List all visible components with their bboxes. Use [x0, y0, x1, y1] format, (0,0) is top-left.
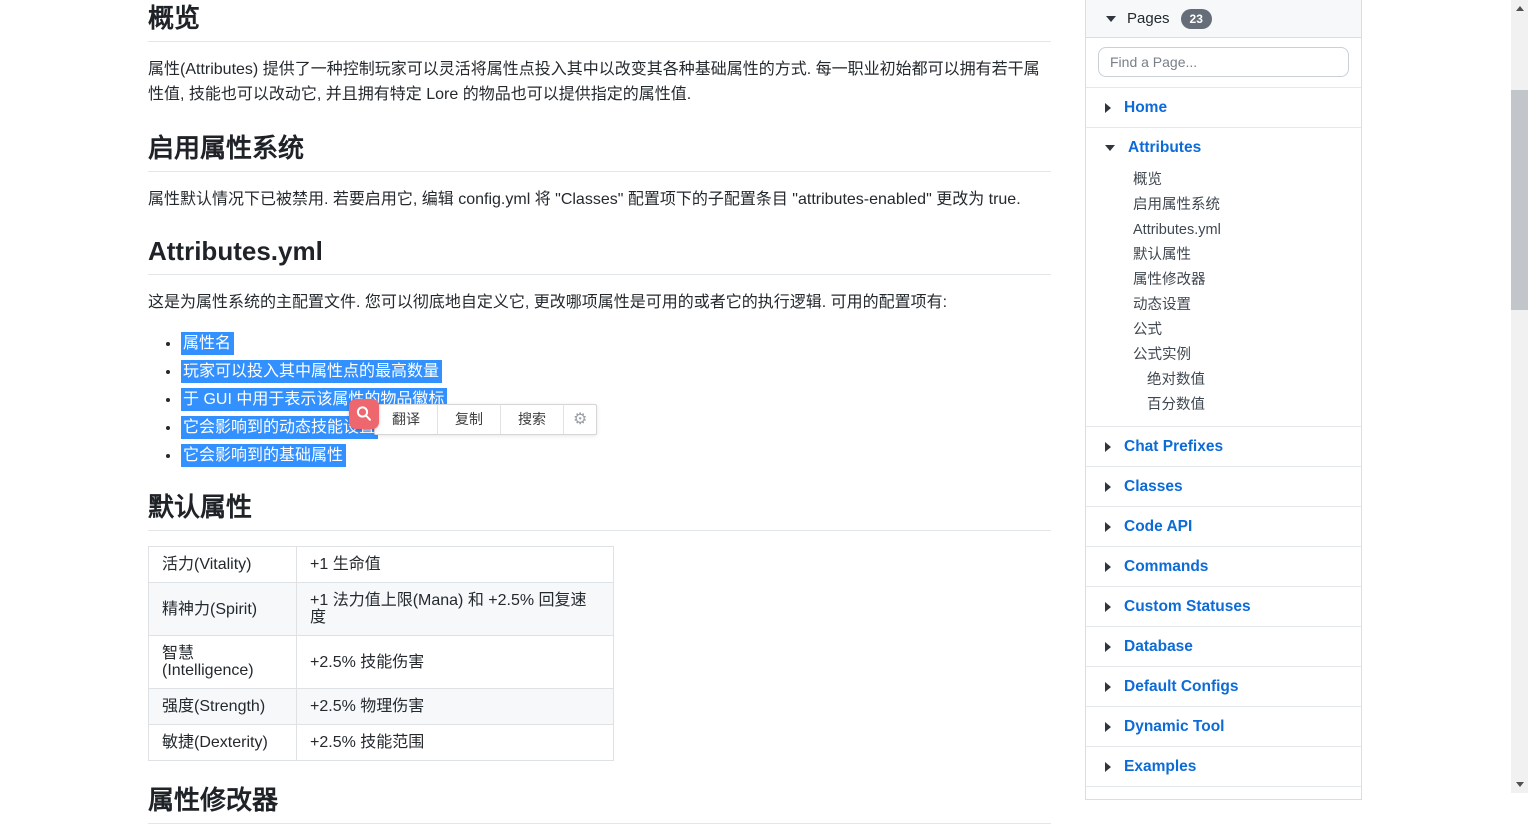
table-row: 智慧(Intelligence) +2.5% 技能伤害 — [148, 635, 614, 689]
sidebar-item-label: Database — [1124, 637, 1193, 655]
table-row: 活力(Vitality) +1 生命值 — [148, 546, 614, 583]
sidebar-subitem-absolute-value[interactable]: 绝对数值 — [1086, 368, 1361, 393]
copy-button[interactable]: 复制 — [438, 405, 501, 434]
table-row: 精神力(Spirit) +1 法力值上限(Mana) 和 +2.5% 回复速度 — [148, 582, 614, 636]
pages-header[interactable]: Pages 23 — [1086, 0, 1361, 38]
sidebar-item-examples[interactable]: Examples — [1086, 747, 1361, 787]
attribute-name-cell: 活力(Vitality) — [148, 546, 297, 583]
chevron-right-icon — [1105, 641, 1111, 652]
attributes-yml-paragraph: 这是为属性系统的主配置文件. 您可以彻底地自定义它, 更改哪项属性是可用的或者它… — [148, 294, 948, 311]
sidebar-item-dynamic-tool[interactable]: Dynamic Tool — [1086, 707, 1361, 747]
scrollbar-up-button[interactable] — [1511, 0, 1528, 17]
sidebar-subitem-formula[interactable]: 公式 — [1086, 318, 1361, 343]
sidebar-item-default-configs[interactable]: Default Configs — [1086, 667, 1361, 707]
sidebar-item-label: Examples — [1124, 757, 1197, 775]
list-item: 它会影响到的基础属性 — [181, 442, 1051, 470]
search-button[interactable]: 搜索 — [501, 405, 564, 434]
sidebar-item-classes[interactable]: Classes — [1086, 467, 1361, 507]
pages-sidebar: Pages 23 Home Attributes 概览 启用属性系统 Attri… — [1085, 0, 1362, 800]
chevron-down-icon — [1105, 145, 1115, 151]
sidebar-subitem-enable-attributes[interactable]: 启用属性系统 — [1086, 193, 1361, 218]
selection-popup-toolbar: 翻译 复制 搜索 ⚙ — [374, 404, 598, 435]
article-content: 概览 属性(Attributes) 提供了一种控制玩家可以灵活将属性点投入其中以… — [148, 0, 1051, 824]
section-heading-attribute-modifiers: 属性修改器 — [148, 785, 1051, 824]
pages-title: Pages — [1127, 10, 1170, 27]
attribute-name-cell: 敏捷(Dexterity) — [148, 724, 297, 761]
sidebar-item-chat-prefixes[interactable]: Chat Prefixes — [1086, 427, 1361, 467]
triangle-down-icon — [1515, 782, 1524, 787]
magnifier-icon — [356, 406, 371, 421]
sidebar-item-label: Dynamic Tool — [1124, 717, 1225, 735]
sidebar-item-label: Commands — [1124, 557, 1209, 575]
sidebar-item-label: Attributes — [1128, 139, 1202, 156]
attribute-effect-cell: +1 生命值 — [296, 546, 614, 583]
list-item: 于 GUI 中用于表示该属性的物品徽标 — [181, 386, 1051, 414]
sidebar-item-custom-statuses[interactable]: Custom Statuses — [1086, 587, 1361, 627]
find-page-input[interactable] — [1098, 47, 1349, 77]
sidebar-item-label: Classes — [1124, 477, 1183, 495]
sidebar-item-label: Home — [1124, 98, 1168, 116]
chevron-right-icon — [1105, 441, 1111, 452]
overview-paragraph: 属性(Attributes) 提供了一种控制玩家可以灵活将属性点投入其中以改变其… — [148, 61, 1040, 103]
scrollbar-thumb[interactable] — [1511, 90, 1528, 310]
chevron-right-icon — [1105, 102, 1111, 113]
sidebar-section-attributes: Attributes 概览 启用属性系统 Attributes.yml 默认属性… — [1086, 128, 1361, 427]
search-magnifier-button[interactable] — [349, 399, 379, 429]
sidebar-subitem-dynamic-settings[interactable]: 动态设置 — [1086, 293, 1361, 318]
pages-count-badge: 23 — [1180, 8, 1212, 29]
sidebar-item-database[interactable]: Database — [1086, 627, 1361, 667]
sidebar-item-attributes[interactable]: Attributes — [1086, 128, 1361, 168]
sidebar-subitem-default-attributes[interactable]: 默认属性 — [1086, 243, 1361, 268]
attribute-name-cell: 精神力(Spirit) — [148, 582, 297, 636]
sidebar-subitem-formula-examples[interactable]: 公式实例 — [1086, 343, 1361, 368]
enable-paragraph: 属性默认情况下已被禁用. 若要启用它, 编辑 config.yml 将 "Cla… — [148, 191, 1021, 208]
chevron-right-icon — [1105, 481, 1111, 492]
chevron-right-icon — [1105, 561, 1111, 572]
sidebar-search — [1086, 38, 1361, 88]
attribute-effect-cell: +1 法力值上限(Mana) 和 +2.5% 回复速度 — [296, 582, 614, 636]
chevron-down-icon — [1106, 15, 1116, 22]
scrollbar-down-button[interactable] — [1511, 776, 1528, 793]
config-options-list: 属性名 玩家可以投入其中属性点的最高数量 于 GUI 中用于表示该属性的物品徽标… — [148, 330, 1051, 470]
attribute-name-cell: 智慧(Intelligence) — [148, 635, 297, 689]
sidebar-item-label: Chat Prefixes — [1124, 437, 1224, 455]
chevron-right-icon — [1105, 681, 1111, 692]
sidebar-subitem-overview[interactable]: 概览 — [1086, 168, 1361, 193]
table-row: 敏捷(Dexterity) +2.5% 技能范围 — [148, 724, 614, 761]
list-item: 它会影响到的动态技能设置 — [181, 414, 1051, 442]
attribute-effect-cell: +2.5% 技能伤害 — [296, 635, 614, 689]
chevron-right-icon — [1105, 721, 1111, 732]
default-attributes-table: 活力(Vitality) +1 生命值 精神力(Spirit) +1 法力值上限… — [148, 546, 614, 761]
translate-button[interactable]: 翻译 — [375, 405, 438, 434]
sidebar-item-label: Custom Statuses — [1124, 597, 1251, 615]
attribute-effect-cell: +2.5% 技能范围 — [296, 724, 614, 761]
triangle-up-icon — [1515, 6, 1524, 11]
section-heading-overview: 概览 — [148, 3, 1051, 42]
section-heading-attributes-yml: Attributes.yml — [148, 236, 1051, 275]
list-item: 属性名 — [181, 330, 1051, 358]
section-heading-default-attributes: 默认属性 — [148, 492, 1051, 531]
sidebar-subitem-attribute-modifiers[interactable]: 属性修改器 — [1086, 268, 1361, 293]
attributes-subpages-list: 概览 启用属性系统 Attributes.yml 默认属性 属性修改器 动态设置… — [1086, 168, 1361, 418]
chevron-right-icon — [1105, 601, 1111, 612]
selected-text: 玩家可以投入其中属性点的最高数量 — [181, 360, 443, 383]
chevron-right-icon — [1105, 521, 1111, 532]
selected-text: 属性名 — [181, 332, 235, 355]
attribute-effect-cell: +2.5% 物理伤害 — [296, 688, 614, 725]
chevron-right-icon — [1105, 761, 1111, 772]
list-item: 玩家可以投入其中属性点的最高数量 — [181, 358, 1051, 386]
sidebar-subitem-percent-value[interactable]: 百分数值 — [1086, 393, 1361, 418]
sidebar-item-code-api[interactable]: Code API — [1086, 507, 1361, 547]
sidebar-subitem-attributes-yml[interactable]: Attributes.yml — [1086, 218, 1361, 243]
sidebar-item-label: Default Configs — [1124, 677, 1239, 695]
vertical-scrollbar[interactable] — [1511, 0, 1528, 793]
sidebar-item-commands[interactable]: Commands — [1086, 547, 1361, 587]
section-heading-enable-attributes: 启用属性系统 — [148, 133, 1051, 172]
attribute-name-cell: 强度(Strength) — [148, 688, 297, 725]
sidebar-item-label: Code API — [1124, 517, 1193, 535]
selected-text: 它会影响到的基础属性 — [181, 444, 347, 467]
sidebar-item-home[interactable]: Home — [1086, 88, 1361, 128]
table-row: 强度(Strength) +2.5% 物理伤害 — [148, 688, 614, 725]
gear-icon[interactable]: ⚙ — [564, 405, 596, 434]
